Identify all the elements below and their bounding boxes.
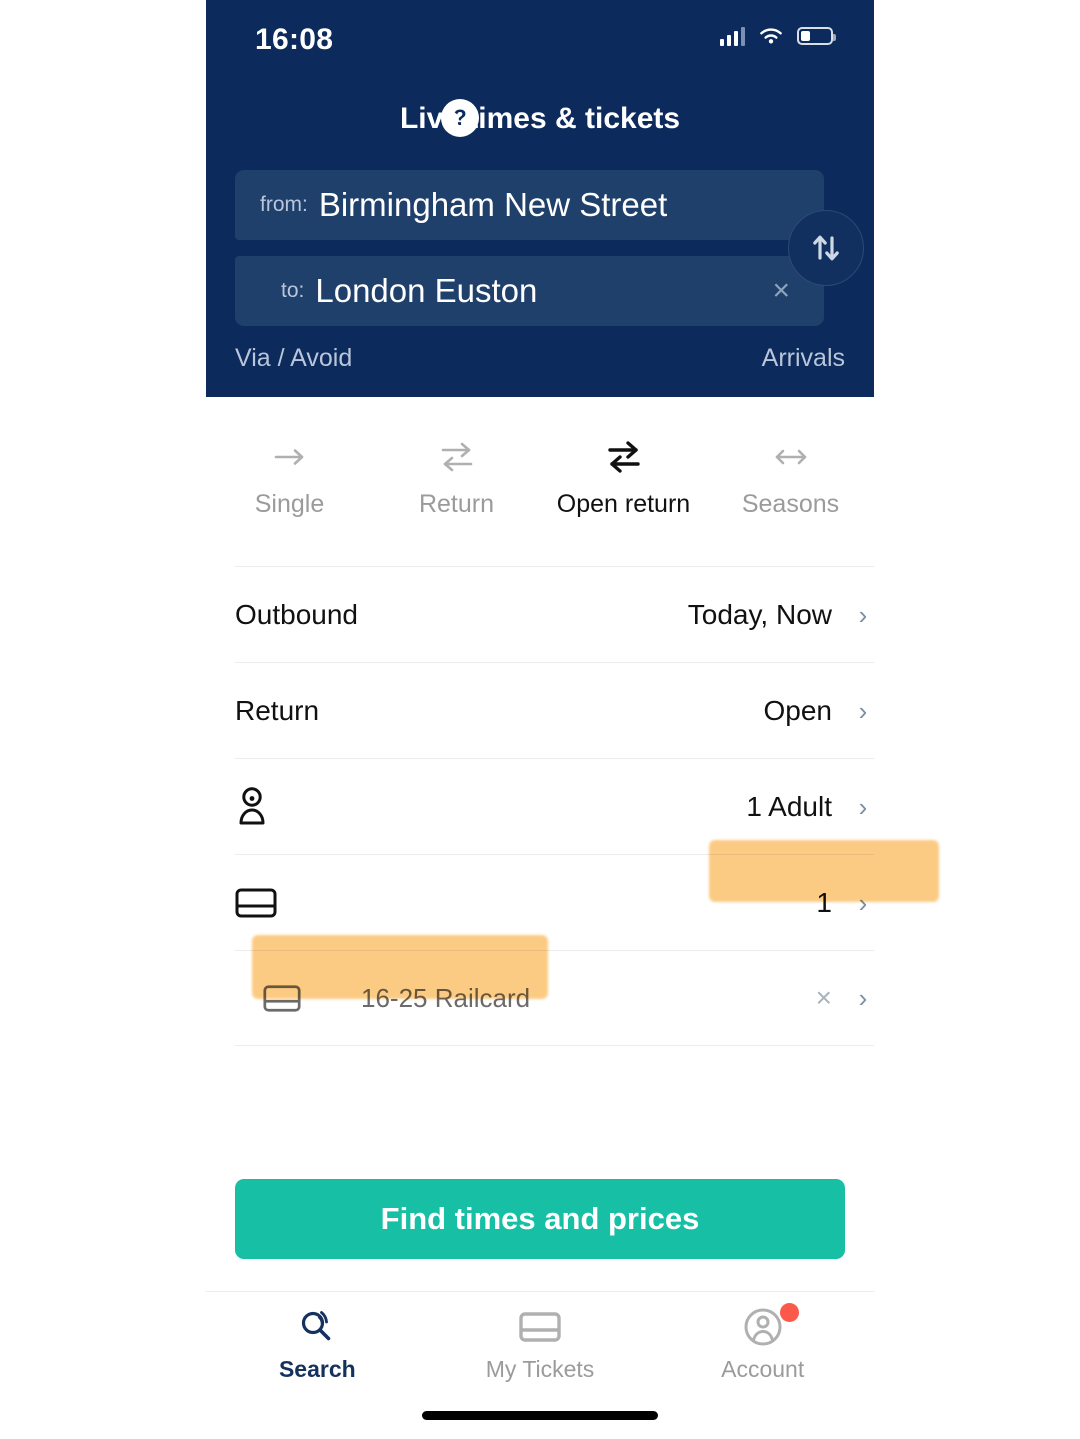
- arrows-open-return-icon: [601, 435, 647, 479]
- via-avoid-link[interactable]: Via / Avoid: [235, 344, 352, 373]
- chevron-right-icon: ›: [858, 887, 868, 918]
- nav-item-search-label: Search: [278, 1356, 356, 1382]
- railcard-name-label: 16-25 Railcard: [361, 982, 531, 1013]
- tab-open-return-label: Open return: [556, 490, 691, 518]
- battery-low-icon: [797, 27, 836, 45]
- outbound-label: Outbound: [235, 598, 358, 630]
- arrows-left-right-icon: [768, 435, 814, 479]
- nav-item-search[interactable]: Search: [206, 1292, 429, 1401]
- tab-seasons[interactable]: Seasons: [707, 397, 874, 562]
- railcards-row[interactable]: 1 ›: [235, 840, 939, 950]
- railcards-value: 1: [816, 886, 832, 918]
- ticket-type-tabs: Single Return Open return Seasons: [206, 397, 874, 562]
- passengers-value: 1 Adult: [746, 790, 832, 822]
- account-notification-badge: [779, 1303, 799, 1322]
- nav-item-my-tickets-label: My Tickets: [485, 1356, 595, 1382]
- person-icon: [235, 785, 287, 829]
- nav-item-account[interactable]: Account: [651, 1292, 874, 1401]
- return-row[interactable]: Return Open ›: [235, 662, 874, 758]
- tab-seasons-label: Seasons: [741, 490, 840, 518]
- to-station-field[interactable]: to: London Euston ×: [235, 256, 824, 326]
- header-links: Via / Avoid Arrivals: [235, 344, 845, 373]
- nav-item-my-tickets[interactable]: My Tickets: [429, 1292, 652, 1401]
- from-station-value: Birmingham New Street: [318, 186, 668, 223]
- tab-return-label: Return: [418, 490, 495, 518]
- bottom-navigation: Search My Tickets Account: [206, 1291, 874, 1401]
- arrows-exchange-icon: [434, 435, 480, 479]
- chevron-right-icon: ›: [858, 983, 868, 1013]
- arrow-right-icon: [268, 435, 312, 479]
- page-title: Live times & tickets: [399, 102, 681, 135]
- return-value: Open: [763, 694, 833, 726]
- swap-stations-button[interactable]: [788, 210, 864, 286]
- tab-open-return[interactable]: Open return: [540, 397, 707, 562]
- arrivals-link[interactable]: Arrivals: [762, 344, 845, 373]
- status-bar: 16:08: [206, 0, 874, 70]
- tab-return[interactable]: Return: [373, 397, 540, 562]
- app-header: 16:08 ? Live times & tickets from: Birmi…: [206, 0, 874, 397]
- live-search-icon: [295, 1304, 339, 1350]
- passengers-row[interactable]: 1 Adult ›: [235, 758, 874, 854]
- to-station-value: London Euston: [315, 272, 538, 309]
- account-avatar-icon: [742, 1304, 784, 1350]
- to-label: to:: [281, 279, 305, 302]
- railcard-icon: [235, 887, 287, 919]
- from-station-field[interactable]: from: Birmingham New Street: [235, 170, 824, 240]
- cellular-signal-icon: [720, 26, 745, 46]
- swap-vertical-icon: [813, 235, 839, 261]
- tab-single[interactable]: Single: [206, 397, 373, 562]
- outbound-row[interactable]: Outbound Today, Now ›: [235, 566, 874, 662]
- outbound-value: Today, Now: [687, 598, 832, 630]
- ticket-icon: [518, 1304, 562, 1350]
- remove-railcard-icon[interactable]: ×: [816, 984, 832, 1012]
- from-label: from:: [260, 193, 308, 216]
- status-bar-icons: [720, 26, 836, 46]
- tab-single-label: Single: [254, 490, 325, 518]
- chevron-right-icon: ›: [858, 791, 868, 822]
- status-bar-time: 16:08: [255, 23, 334, 56]
- chevron-right-icon: ›: [858, 695, 868, 726]
- wifi-icon: [760, 28, 782, 44]
- chevron-right-icon: ›: [858, 599, 868, 630]
- return-label: Return: [235, 694, 320, 726]
- home-indicator: [422, 1411, 658, 1420]
- railcard-item-row[interactable]: 16-25 Railcard × ›: [235, 935, 874, 1046]
- clear-to-station-icon[interactable]: ×: [772, 276, 790, 306]
- railcard-icon: [263, 984, 311, 1013]
- phone-screen: 16:08 ? Live times & tickets from: Birmi…: [206, 0, 939, 1439]
- find-times-and-prices-button[interactable]: Find times and prices: [235, 1179, 845, 1259]
- nav-item-account-label: Account: [721, 1356, 805, 1382]
- search-options-list: Outbound Today, Now › Return Open › 1 Ad…: [235, 566, 939, 1046]
